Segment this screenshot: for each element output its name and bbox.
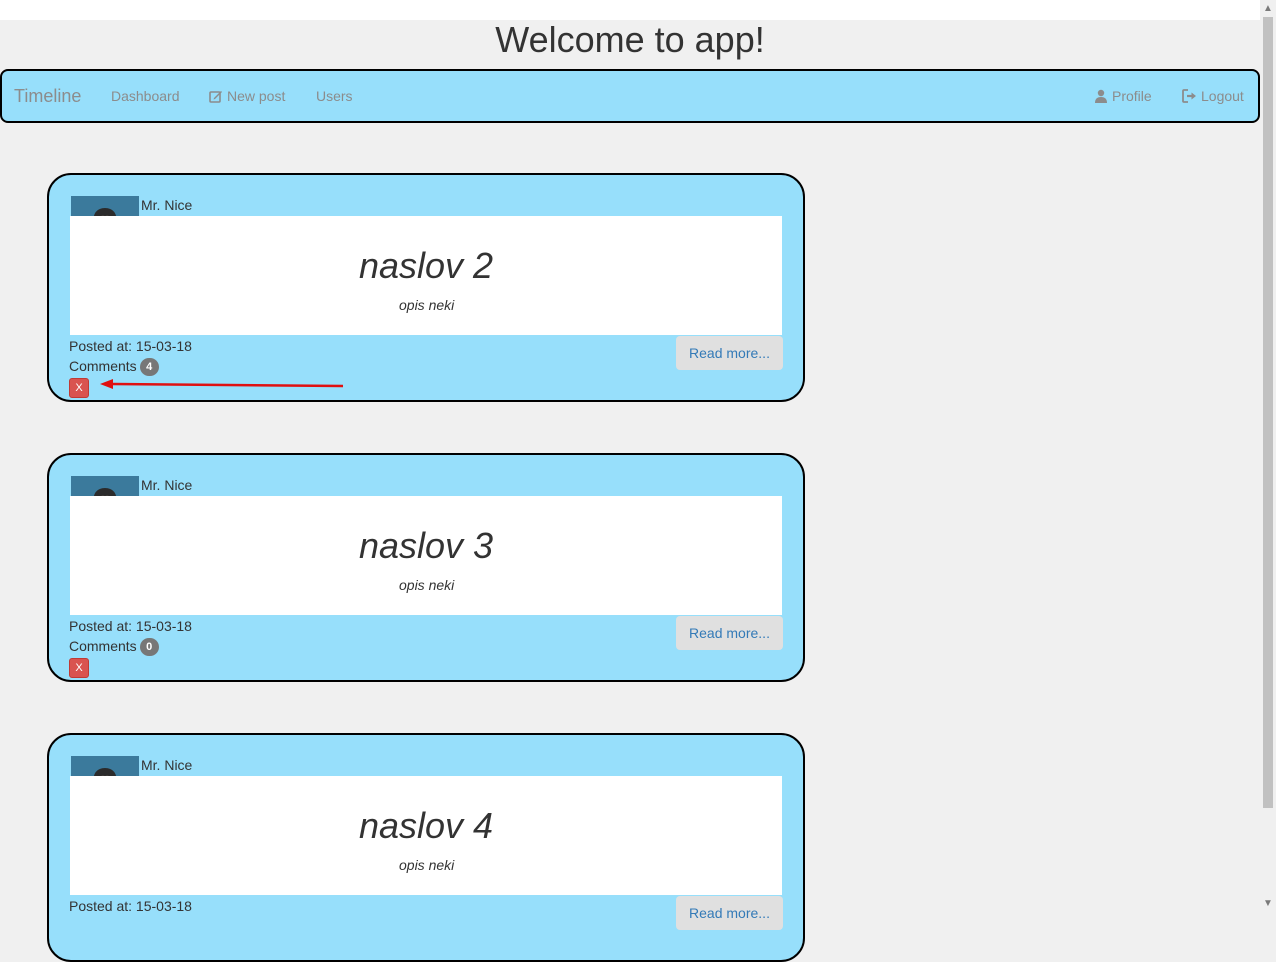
post-description: opis neki [399,577,455,593]
comments-link[interactable]: Comments 0 [69,638,159,656]
post-title: naslov 3 [358,525,494,566]
delete-post-button[interactable]: X [69,658,89,678]
vertical-scrollbar[interactable]: ▲ ▼ [1260,0,1276,912]
scroll-down-icon[interactable]: ▼ [1260,895,1276,912]
nav-logout-label: Logout [1201,88,1244,104]
post-title: naslov 4 [358,805,494,846]
logout-icon [1182,73,1197,123]
post-author[interactable]: Mr. Nice [141,477,192,493]
comments-count-badge: 0 [139,638,159,656]
comments-label: Comments [69,638,137,654]
read-more-button[interactable]: Read more... [676,896,783,930]
nav-logout[interactable]: Logout [1182,71,1244,121]
post-content: naslov 4 opis neki [70,776,782,895]
scrollbar-thumb[interactable] [1263,17,1273,808]
scroll-up-icon[interactable]: ▲ [1260,0,1276,17]
nav-profile-label: Profile [1112,88,1152,104]
post-description: opis neki [399,857,455,873]
post-description: opis neki [399,297,455,313]
read-more-button[interactable]: Read more... [676,616,783,650]
post-card: Mr. Nice naslov 3 opis neki Posted at: 1… [47,453,805,682]
post-date: Posted at: 15-03-18 [69,618,192,634]
post-author[interactable]: Mr. Nice [141,757,192,773]
post-content: naslov 3 opis neki [70,496,782,615]
user-icon [1094,73,1108,123]
read-more-button[interactable]: Read more... [676,336,783,370]
annotation-arrow-icon [100,379,344,389]
nav-profile[interactable]: Profile [1094,71,1152,121]
post-card: Mr. Nice naslov 4 opis neki Posted at: 1… [47,733,805,962]
